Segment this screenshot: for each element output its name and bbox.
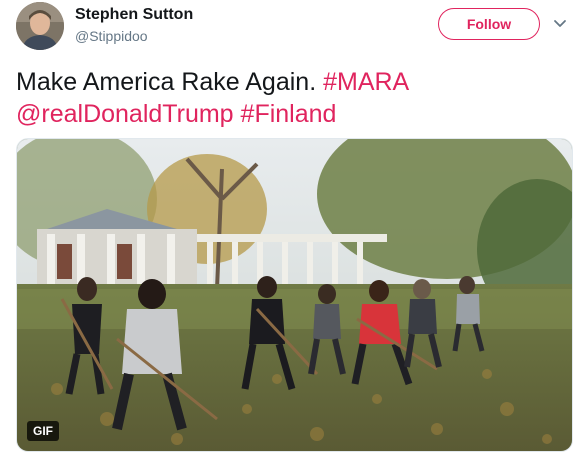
tweet-header: Stephen Sutton @Stippidoo Follow: [0, 0, 586, 60]
avatar[interactable]: [16, 2, 64, 50]
gif-badge: GIF: [27, 421, 59, 441]
hashtag-finland-link[interactable]: #Finland: [241, 100, 337, 128]
chevron-down-icon[interactable]: [552, 16, 568, 32]
mention-link[interactable]: @realDonaldTrump: [16, 100, 234, 128]
follow-button[interactable]: Follow: [438, 8, 540, 40]
hashtag-mara-link[interactable]: #MARA: [323, 68, 409, 96]
author-handle[interactable]: @Stippidoo: [75, 28, 148, 44]
tweet-text-plain: Make America Rake Again.: [16, 68, 324, 96]
author-name[interactable]: Stephen Sutton: [75, 6, 193, 24]
avatar-image: [16, 2, 64, 50]
tweet-text: Make America Rake Again. #MARA @realDonal…: [16, 66, 572, 130]
gif-scene-image: [17, 139, 572, 451]
gif-media[interactable]: GIF: [16, 138, 573, 452]
